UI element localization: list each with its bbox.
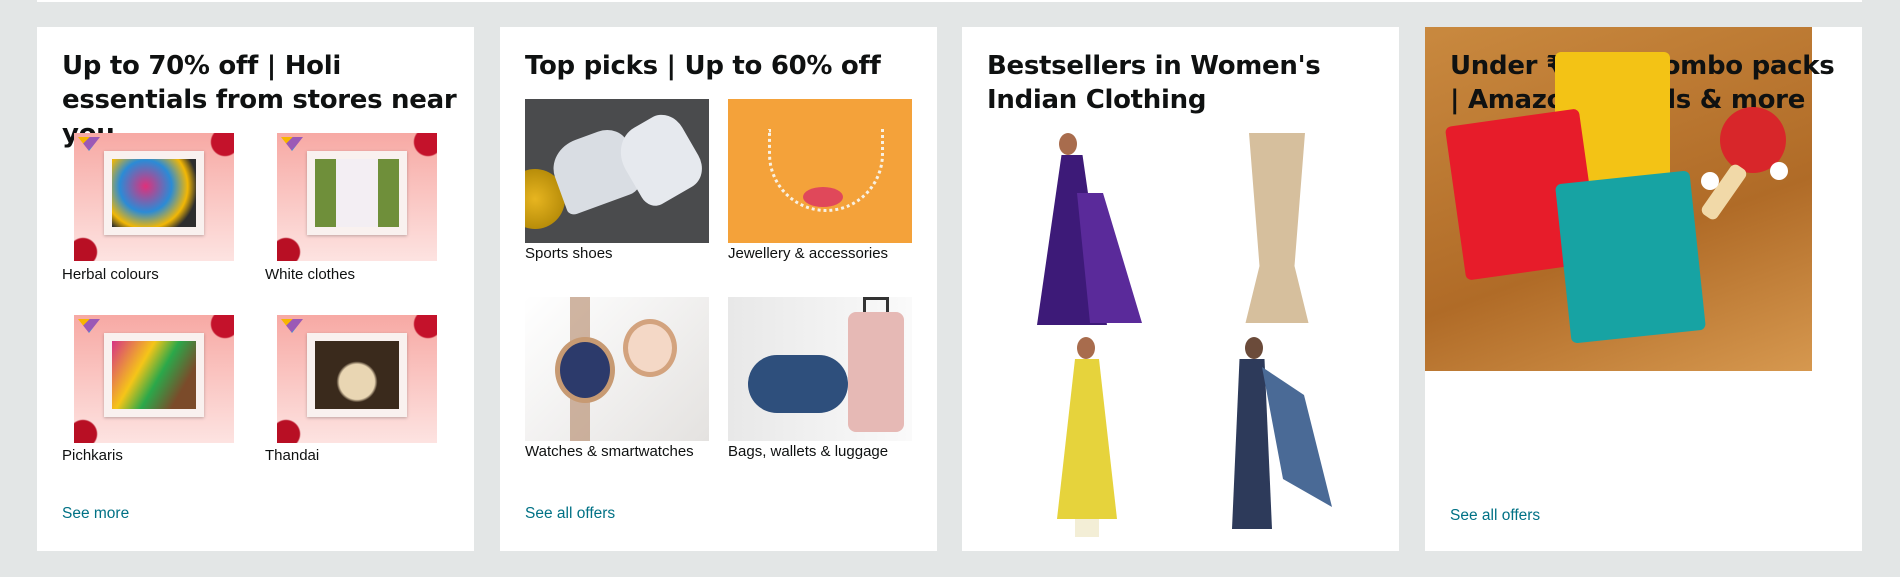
card-title: Top picks | Up to 60% off: [525, 51, 881, 81]
bags-image[interactable]: [728, 297, 912, 441]
tile-caption: Bags, wallets & luggage: [728, 443, 889, 460]
card-title: Bestsellers in Women's Indian Clothing: [987, 51, 1321, 115]
bestsellers-women-card: Bestsellers in Women's Indian Clothing: [962, 27, 1399, 551]
tile-caption: Watches & smartwatches: [525, 443, 694, 460]
sports-shoes-image[interactable]: [525, 99, 709, 243]
blue-dupatta-product[interactable]: [1207, 337, 1337, 537]
herbal-colours-image[interactable]: [74, 133, 234, 261]
top-card-edge: [37, 0, 1862, 2]
tile-watches[interactable]: Watches & smartwatches: [525, 297, 710, 467]
tile-caption: Herbal colours: [62, 266, 159, 283]
see-more-link[interactable]: See more: [62, 505, 129, 523]
yellow-kurta-product[interactable]: [1047, 337, 1137, 537]
tile-thandai[interactable]: Thandai: [265, 315, 437, 465]
white-clothes-image[interactable]: [277, 133, 437, 261]
tile-white-clothes[interactable]: White clothes: [265, 133, 437, 283]
jewellery-image[interactable]: [728, 99, 912, 243]
tile-caption: Sports shoes: [525, 245, 613, 262]
see-all-offers-link[interactable]: See all offers: [1450, 507, 1540, 525]
tile-bags[interactable]: Bags, wallets & luggage: [728, 297, 918, 467]
holi-essentials-card: Up to 70% off | Holi essentials from sto…: [37, 27, 474, 551]
watches-image[interactable]: [525, 297, 709, 441]
tile-herbal-colours[interactable]: Herbal colours: [62, 133, 234, 283]
tile-jewellery[interactable]: Jewellery & accessories: [728, 99, 918, 269]
tile-caption: Jewellery & accessories: [728, 245, 889, 262]
tile-pichkaris[interactable]: Pichkaris: [62, 315, 234, 465]
beige-shapewear-product[interactable]: [1222, 133, 1332, 329]
tile-caption: Thandai: [265, 447, 320, 464]
thandai-image[interactable]: [277, 315, 437, 443]
see-all-offers-link[interactable]: See all offers: [525, 505, 615, 523]
pichkaris-image[interactable]: [74, 315, 234, 443]
tile-sports-shoes[interactable]: Sports shoes: [525, 99, 710, 269]
top-picks-card: Top picks | Up to 60% off Sports shoes J…: [500, 27, 937, 551]
combo-packs-card: Under ₹699 | Combo packs | Amazon brands…: [1425, 27, 1862, 551]
tile-caption: White clothes: [265, 266, 356, 283]
purple-kurta-product[interactable]: [1017, 133, 1147, 329]
tile-caption: Pichkaris: [62, 447, 123, 464]
